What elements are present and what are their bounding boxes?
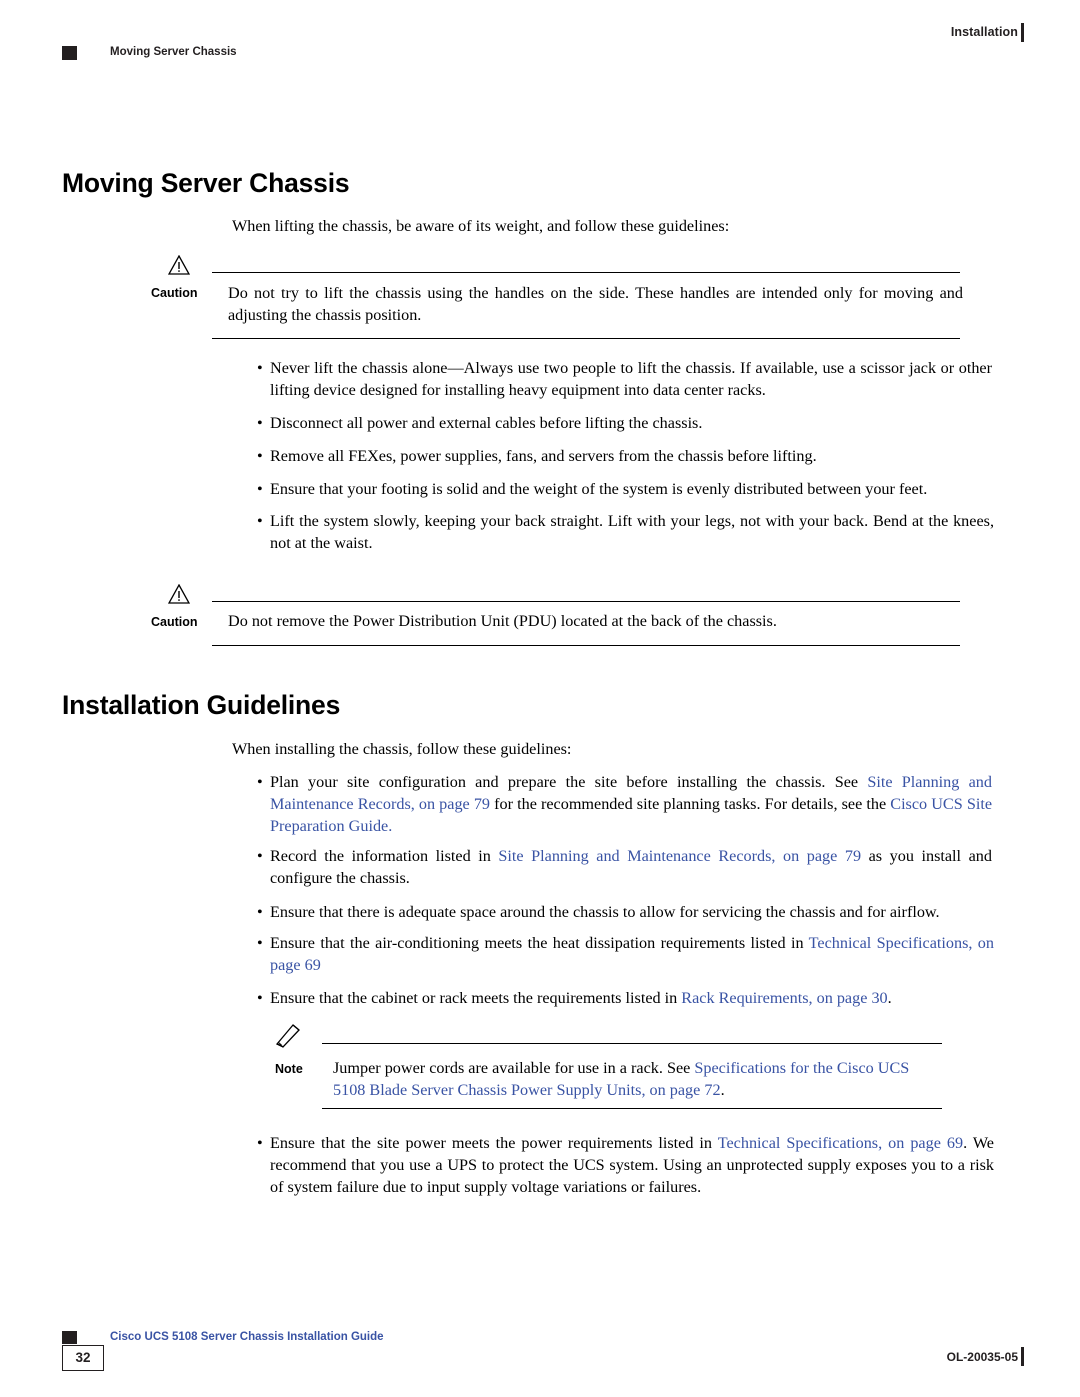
footer-right-rule bbox=[1021, 1347, 1024, 1366]
footer-guide-title: Cisco UCS 5108 Server Chassis Installati… bbox=[110, 1331, 384, 1343]
bullet-dot: • bbox=[257, 480, 263, 498]
square-marker-icon bbox=[62, 1331, 77, 1344]
bullet-dot: • bbox=[257, 773, 263, 791]
list-item-text: Ensure that the air-conditioning meets t… bbox=[270, 933, 994, 977]
heading-installation-guidelines: Installation Guidelines bbox=[62, 690, 341, 720]
text-segment: Jumper power cords are available for use… bbox=[333, 1059, 695, 1077]
footer-left-marker bbox=[62, 1331, 77, 1344]
caution-icon bbox=[167, 254, 191, 275]
bullet-dot: • bbox=[257, 847, 263, 865]
list-item-text: Plan your site configuration and prepare… bbox=[270, 772, 992, 837]
text-segment: Ensure that the air-conditioning meets t… bbox=[270, 934, 809, 952]
text-segment: . bbox=[720, 1080, 725, 1099]
list-item: • Ensure that the cabinet or rack meets … bbox=[257, 988, 994, 1010]
note-pencil-icon bbox=[275, 1022, 301, 1048]
caution2-top-rule bbox=[212, 601, 960, 602]
page-number: 32 bbox=[75, 1350, 91, 1365]
bullet-dot: • bbox=[257, 359, 263, 377]
bullet-dot: • bbox=[257, 903, 263, 921]
text-segment: Ensure that the site power meets the pow… bbox=[270, 1134, 718, 1152]
heading-moving-server-chassis: Moving Server Chassis bbox=[62, 168, 350, 198]
intro-text-moving: When lifting the chassis, be aware of it… bbox=[232, 217, 730, 235]
list-item-text: Ensure that the site power meets the pow… bbox=[270, 1133, 994, 1198]
header-left-marker bbox=[62, 46, 77, 60]
bullet-dot: • bbox=[257, 1134, 263, 1152]
list-item: • Remove all FEXes, power supplies, fans… bbox=[257, 446, 992, 468]
note-bottom-rule bbox=[322, 1108, 942, 1109]
footer-doc-id: OL-20035-05 bbox=[946, 1350, 1018, 1364]
caution2-text: Do not remove the Power Distribution Uni… bbox=[228, 612, 777, 630]
note-top-rule bbox=[322, 1043, 942, 1044]
list-item-text: Ensure that your footing is solid and th… bbox=[270, 480, 928, 498]
note-text: Jumper power cords are available for use… bbox=[333, 1058, 943, 1101]
intro-text-install: When installing the chassis, follow thes… bbox=[232, 740, 572, 758]
note-label: Note bbox=[275, 1062, 303, 1076]
header-chapter-title: Installation bbox=[950, 25, 1018, 39]
list-item-text: Disconnect all power and external cables… bbox=[270, 414, 703, 432]
text-segment: Record the information listed in bbox=[270, 847, 499, 865]
text-segment: Plan your site configuration and prepare… bbox=[270, 773, 868, 791]
caution2-bottom-rule bbox=[212, 645, 960, 646]
list-item-text: Remove all FEXes, power supplies, fans, … bbox=[270, 447, 817, 465]
bullet-dot: • bbox=[257, 447, 263, 465]
list-item: • Record the information listed in Site … bbox=[257, 846, 992, 890]
list-item-text: Lift the system slowly, keeping your bac… bbox=[270, 512, 994, 552]
link-site-planning-2[interactable]: Site Planning and Maintenance Records, o… bbox=[498, 847, 861, 865]
square-marker-icon bbox=[62, 46, 77, 60]
list-item: • Ensure that the air-conditioning meets… bbox=[257, 933, 994, 977]
link-rack-requirements[interactable]: Rack Requirements, on page 30 bbox=[681, 989, 887, 1007]
caution-icon bbox=[167, 583, 191, 604]
bullet-dot: • bbox=[257, 414, 263, 432]
link-technical-specifications-2[interactable]: Technical Specifications, on page 69 bbox=[718, 1134, 963, 1152]
caution1-bottom-rule bbox=[212, 338, 960, 339]
document-page: Installation Moving Server Chassis Movin… bbox=[0, 0, 1080, 1397]
list-item: • Disconnect all power and external cabl… bbox=[257, 413, 992, 435]
header-right-rule bbox=[1021, 23, 1024, 42]
list-item: • Lift the system slowly, keeping your b… bbox=[257, 511, 994, 555]
text-segment: for the recommended site planning tasks.… bbox=[490, 794, 891, 813]
caution1-text: Do not try to lift the chassis using the… bbox=[228, 284, 963, 324]
caution1-top-rule bbox=[212, 272, 960, 273]
text-segment: Ensure that the cabinet or rack meets th… bbox=[270, 989, 682, 1007]
text-segment: . bbox=[887, 989, 892, 1007]
header-section-title: Moving Server Chassis bbox=[110, 46, 237, 58]
list-item-text: Never lift the chassis alone—Always use … bbox=[270, 359, 992, 399]
list-item-text: Ensure that the cabinet or rack meets th… bbox=[270, 988, 994, 1010]
caution1-label: Caution bbox=[151, 286, 198, 300]
list-item-text: Ensure that there is adequate space arou… bbox=[270, 903, 940, 921]
text-segment: . bbox=[388, 816, 393, 835]
list-item: • Ensure that your footing is solid and … bbox=[257, 479, 994, 501]
bullet-dot: • bbox=[257, 989, 263, 1007]
list-item: • Ensure that the site power meets the p… bbox=[257, 1133, 994, 1198]
caution2-label: Caution bbox=[151, 615, 198, 629]
bullet-dot: • bbox=[257, 934, 263, 952]
list-item: • Never lift the chassis alone—Always us… bbox=[257, 358, 992, 402]
list-item: • Plan your site configuration and prepa… bbox=[257, 772, 992, 837]
list-item-text: Record the information listed in Site Pl… bbox=[270, 846, 992, 890]
list-item: • Ensure that there is adequate space ar… bbox=[257, 902, 994, 924]
bullet-dot: • bbox=[257, 512, 263, 530]
